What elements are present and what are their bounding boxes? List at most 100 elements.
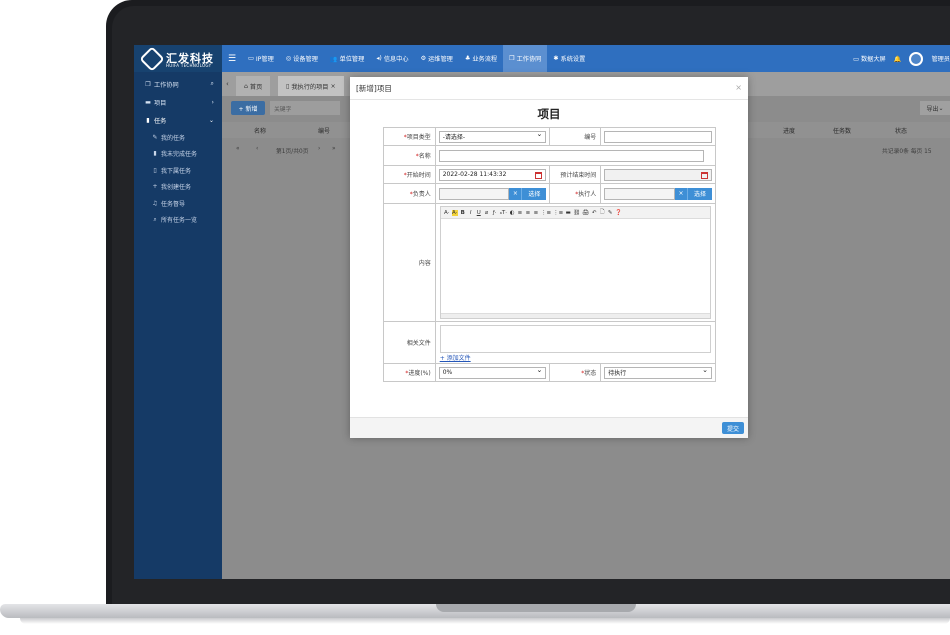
- calendar-icon[interactable]: [535, 171, 543, 179]
- sidebar-sub-subordinate[interactable]: ▯ 我下属任务: [134, 162, 222, 179]
- sidebar-sub-all[interactable]: ⌕ 所有任务一览: [134, 212, 222, 229]
- sidebar-item-task[interactable]: ▮ 任务 ⌄: [134, 111, 222, 129]
- user-name[interactable]: 管理员: [931, 54, 950, 63]
- calendar-icon[interactable]: [701, 171, 708, 179]
- strikethrough-icon[interactable]: ⌀: [484, 210, 490, 216]
- link-icon[interactable]: ⛓: [573, 210, 580, 216]
- name-label: *名称: [383, 145, 436, 166]
- sidebar-sub-unfinished[interactable]: ▮ 我未完成任务: [134, 146, 222, 163]
- modal-footer: 提交: [350, 417, 748, 438]
- menu-toggle-icon[interactable]: ☰: [222, 45, 242, 72]
- executor-picker: × 选择: [604, 187, 712, 200]
- rich-text-editor[interactable]: A· A· B I U ⌀ ƒ· ₐT· ◐ ≡ ≡ ≡ ⋮≡ ⋮≡ ▬ ⛓ 🖨…: [439, 206, 711, 319]
- new-document-icon[interactable]: 🗋: [599, 208, 605, 217]
- horizontal-rule-icon[interactable]: ▬: [565, 210, 571, 216]
- owner-input[interactable]: [438, 187, 510, 200]
- cogs-icon: ⚙: [420, 55, 429, 62]
- modal-header: [新增]项目 ×: [350, 77, 748, 100]
- sidebar: ❐ 工作协同 ⌕ ▬ 项目 › ▮ 任务 ⌄ ✎ 我的任务 ▮ 我未完成任务 ▯ 我下属任务…: [134, 72, 222, 579]
- copy-icon: ❐: [509, 55, 517, 62]
- number-input[interactable]: [604, 130, 712, 143]
- sidebar-sub-my-task[interactable]: ✎ 我的任务: [134, 129, 222, 146]
- files-label: 相关文件: [383, 321, 436, 364]
- end-label: 预计结束时间: [549, 165, 602, 184]
- nav-item-settings[interactable]: ✱ 系统设置: [547, 45, 591, 72]
- laptop-shadow: [20, 618, 950, 624]
- start-time-input[interactable]: 2022-02-28 11:43:32: [438, 168, 547, 181]
- nav-item-workflow[interactable]: ♣ 业务流程: [459, 45, 503, 72]
- form-title: 项目: [537, 107, 561, 121]
- search-icon[interactable]: ⌕: [211, 80, 214, 88]
- briefcase-icon: ▬: [145, 98, 151, 106]
- status-select[interactable]: 待执行: [604, 366, 712, 379]
- brand[interactable]: 汇发科技 HUIFA TECHNOLOGY: [134, 45, 222, 72]
- align-right-icon[interactable]: ≡: [533, 210, 539, 216]
- underline-icon[interactable]: U: [476, 210, 482, 216]
- progress-select[interactable]: 0%: [438, 366, 547, 379]
- eraser-icon[interactable]: ◐: [509, 210, 515, 216]
- book-icon: ▮: [146, 116, 150, 124]
- sidebar-sub-created[interactable]: + 我创建任务: [134, 179, 222, 196]
- select-owner-button[interactable]: 选择: [521, 187, 547, 200]
- executor-input[interactable]: [604, 187, 675, 200]
- end-time-input[interactable]: [604, 168, 712, 181]
- help-icon[interactable]: ❓: [615, 210, 622, 216]
- type-label: *项目类型: [383, 127, 436, 146]
- ordered-list-icon[interactable]: ⋮≡: [541, 210, 551, 216]
- nav-item-ops[interactable]: ⚙ 运维管理: [415, 45, 459, 72]
- start-label: *开始时间: [383, 165, 436, 184]
- editor-statusbar[interactable]: [440, 313, 710, 318]
- bell-icon: ♫: [152, 199, 158, 207]
- brand-subtitle: HUIFA TECHNOLOGY: [166, 63, 212, 68]
- bell-icon[interactable]: 🔔: [894, 55, 902, 63]
- copy-icon: ❐: [145, 80, 151, 88]
- font-family-icon[interactable]: ƒ·: [492, 210, 498, 216]
- main-nav: ☰ ▭ IP管理 ◎ 设备管理 👥 单位管理 ◂) 信息中心 ⚙ 运维管理 ♣ …: [222, 45, 591, 72]
- status-label: *状态: [549, 363, 602, 382]
- nav-item-unit[interactable]: 👥 单位管理: [324, 45, 370, 72]
- highlight-icon[interactable]: A·: [451, 209, 458, 216]
- print-icon[interactable]: 🖨: [582, 210, 589, 216]
- tag-icon: ✎: [152, 133, 158, 141]
- name-input[interactable]: [438, 149, 704, 162]
- nav-right: ▭ 数据大屏 🔔 管理员: [853, 45, 950, 72]
- font-size-icon[interactable]: ₐT·: [500, 210, 507, 216]
- file-icon: ▯: [153, 166, 157, 174]
- content-label: 内容: [383, 203, 436, 322]
- gear-icon: ✱: [553, 55, 561, 62]
- laptop-notch: [436, 604, 636, 612]
- type-select[interactable]: -请选择-: [438, 130, 547, 143]
- screen: 汇发科技 HUIFA TECHNOLOGY ☰ ▭ IP管理 ◎ 设备管理 👥 …: [134, 45, 950, 579]
- close-icon[interactable]: ×: [735, 83, 742, 92]
- submit-button[interactable]: 提交: [722, 422, 744, 434]
- select-executor-button[interactable]: 选择: [687, 187, 712, 200]
- italic-icon[interactable]: I: [468, 210, 474, 216]
- users-icon: 👥: [329, 55, 340, 63]
- bold-icon[interactable]: B: [460, 210, 466, 216]
- chevron-right-icon: ›: [211, 98, 214, 106]
- device-icon: ◎: [285, 55, 294, 62]
- align-center-icon[interactable]: ≡: [525, 210, 531, 216]
- sidebar-sub-supervise[interactable]: ♫ 任务督导: [134, 195, 222, 212]
- sidebar-section-title: ❐ 工作协同 ⌕: [145, 80, 214, 89]
- font-color-icon[interactable]: A·: [444, 210, 450, 216]
- avatar[interactable]: [909, 51, 924, 66]
- nav-item-info[interactable]: ◂) 信息中心: [370, 45, 414, 72]
- sidebar-item-project[interactable]: ▬ 项目 ›: [134, 93, 222, 111]
- add-file-link[interactable]: + 添加文件: [440, 353, 715, 362]
- bigscreen-link[interactable]: ▭ 数据大屏: [853, 54, 886, 63]
- desktop-icon: ▭: [853, 56, 861, 63]
- edit-source-icon[interactable]: ✎: [607, 210, 613, 216]
- unordered-list-icon[interactable]: ⋮≡: [553, 210, 563, 216]
- clear-executor-button[interactable]: ×: [675, 187, 687, 200]
- plus-icon: +: [152, 183, 158, 191]
- nav-item-collab[interactable]: ❐ 工作协同: [503, 45, 548, 72]
- align-left-icon[interactable]: ≡: [517, 210, 523, 216]
- clear-owner-button[interactable]: ×: [509, 187, 522, 200]
- owner-label: *负责人: [383, 183, 436, 204]
- undo-icon[interactable]: ↶: [591, 210, 597, 216]
- nav-item-ip[interactable]: ▭ IP管理: [242, 45, 280, 72]
- nav-item-device[interactable]: ◎ 设备管理: [280, 45, 324, 72]
- executor-label: *执行人: [549, 183, 602, 204]
- search-icon: ⌕: [153, 215, 157, 223]
